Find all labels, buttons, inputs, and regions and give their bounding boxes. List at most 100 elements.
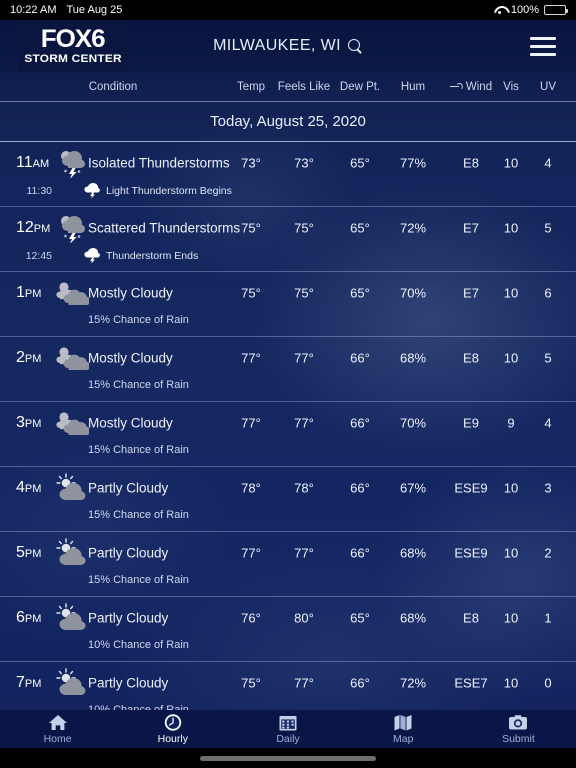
temp-value: 77°: [241, 415, 261, 431]
condition-label: Partly Cloudy: [88, 610, 169, 626]
temp-value: 77°: [241, 350, 261, 366]
visibility-value: 10: [503, 675, 519, 691]
humidity-value: 77%: [399, 155, 427, 171]
visibility-value: 10: [503, 350, 519, 366]
visibility-value: 10: [503, 610, 519, 626]
hourly-row[interactable]: 4PM Partly Cloudy 78° 78° 66° 67% ESE9 1…: [0, 467, 576, 532]
tab-map[interactable]: Map: [346, 710, 461, 748]
hourly-forecast-list[interactable]: 11AM Isolated Thunderstorms 73° 73° 65° …: [0, 142, 576, 710]
thunderstorm-icon: [55, 213, 89, 245]
home-indicator-area: [0, 748, 576, 768]
uv-value: 4: [544, 415, 552, 431]
event-time: 11:30: [26, 185, 53, 197]
feels-like-value: 77°: [294, 350, 314, 366]
humidity-value: 72%: [399, 220, 427, 236]
mostly-cloudy-icon: [55, 278, 91, 308]
hourly-row[interactable]: 1PM Mostly Cloudy 75° 75° 65° 70% E7 10 …: [0, 272, 576, 337]
column-header-uv: UV: [540, 80, 556, 93]
chance-of-rain-label: 15% Chance of Rain: [88, 444, 189, 456]
feels-like-value: 77°: [294, 545, 314, 561]
camera-icon: [508, 713, 528, 732]
visibility-value: 10: [503, 155, 519, 171]
dew-point-value: 66°: [350, 675, 370, 691]
condition-label: Partly Cloudy: [88, 480, 169, 496]
status-bar-left: 10:22 AM Tue Aug 25: [10, 4, 122, 16]
wind-value: E8: [463, 610, 479, 626]
tab-label: Hourly: [157, 733, 188, 745]
search-icon[interactable]: [347, 38, 363, 54]
condition-label: Mostly Cloudy: [88, 285, 173, 301]
hourly-row-main: 12PM Scattered Thunderstorms 75° 75° 65°…: [0, 207, 576, 249]
wind-value: E7: [463, 285, 479, 301]
temp-value: 77°: [241, 545, 261, 561]
wind-value: ESE9: [454, 480, 488, 496]
tab-hourly[interactable]: Hourly: [115, 710, 230, 748]
hourly-row[interactable]: 12PM Scattered Thunderstorms 75° 75° 65°…: [0, 207, 576, 272]
dew-point-value: 65°: [350, 285, 370, 301]
status-bar: 10:22 AM Tue Aug 25 100%: [0, 0, 576, 20]
hourly-row-main: 3PM Mostly Cloudy 77° 77° 66° 70% E9 9 4: [0, 402, 576, 444]
hourly-row-event: 11:30 Light Thunderstorm Begins: [0, 183, 576, 206]
feels-like-value: 75°: [294, 285, 314, 301]
bottom-tab-bar[interactable]: Home Hourly Daily Map Submit: [0, 710, 576, 748]
column-header-visibility: Vis: [503, 80, 519, 93]
condition-label: Partly Cloudy: [88, 545, 169, 561]
current-city-label: MILWAUKEE, WI: [213, 37, 341, 54]
column-header-wind-label: Wind: [465, 80, 493, 93]
tab-label: Home: [43, 733, 72, 745]
status-bar-right: 100%: [494, 4, 568, 16]
hourly-row-pop: 15% Chance of Rain: [0, 509, 576, 531]
tab-label: Submit: [502, 733, 535, 745]
hourly-row[interactable]: 6PM Partly Cloudy 76° 80° 65° 68% E8 10 …: [0, 597, 576, 662]
visibility-value: 10: [503, 545, 519, 561]
hourly-row[interactable]: 5PM Partly Cloudy 77° 77° 66° 68% ESE9 1…: [0, 532, 576, 597]
hourly-row[interactable]: 11AM Isolated Thunderstorms 73° 73° 65° …: [0, 142, 576, 207]
hourly-row[interactable]: 2PM Mostly Cloudy 77° 77° 66° 68% E8 10 …: [0, 337, 576, 402]
feels-like-value: 80°: [294, 610, 314, 626]
hourly-row-pop: 15% Chance of Rain: [0, 444, 576, 466]
humidity-value: 68%: [399, 545, 427, 561]
feels-like-value: 77°: [294, 675, 314, 691]
status-time: 10:22 AM: [10, 4, 57, 16]
hour-time: 1PM: [16, 284, 42, 301]
tab-submit[interactable]: Submit: [461, 710, 576, 748]
hourly-row[interactable]: 7PM Partly Cloudy 75° 77° 66° 72% ESE7 1…: [0, 662, 576, 710]
calendar-icon: [278, 713, 298, 732]
feels-like-value: 77°: [294, 415, 314, 431]
status-date: Tue Aug 25: [66, 4, 123, 16]
column-header-row: Condition Temp Feels Like Dew Pt. Hum Wi…: [0, 72, 576, 102]
tab-daily[interactable]: Daily: [230, 710, 345, 748]
hourly-row-main: 6PM Partly Cloudy 76° 80° 65° 68% E8 10 …: [0, 597, 576, 639]
column-header-condition: Condition: [88, 80, 138, 93]
column-header-temp: Temp: [236, 80, 266, 93]
visibility-value: 9: [507, 415, 515, 431]
hourly-row[interactable]: 3PM Mostly Cloudy 77° 77° 66° 70% E9 9 4…: [0, 402, 576, 467]
tab-home[interactable]: Home: [0, 710, 115, 748]
event-label: Light Thunderstorm Begins: [106, 185, 232, 197]
hourly-row-pop: 15% Chance of Rain: [0, 379, 576, 401]
map-icon: [393, 713, 413, 732]
column-header-wind: Wind: [449, 80, 493, 93]
thunderstorm-icon: [55, 148, 89, 180]
visibility-value: 10: [503, 285, 519, 301]
uv-value: 5: [544, 350, 552, 366]
wind-value: E7: [463, 220, 479, 236]
temp-value: 75°: [241, 220, 261, 236]
temp-value: 73°: [241, 155, 261, 171]
temp-value: 76°: [241, 610, 261, 626]
condition-label: Scattered Thunderstorms: [88, 220, 241, 236]
hour-time: 5PM: [16, 544, 42, 561]
home-indicator[interactable]: [200, 755, 376, 761]
app-body: FOX6 STORM CENTER MILWAUKEE, WI Conditio…: [0, 20, 576, 748]
fox6-storm-center-logo[interactable]: FOX6 STORM CENTER: [18, 20, 128, 72]
partly-cloudy-icon: [55, 473, 89, 503]
chance-of-rain-label: 15% Chance of Rain: [88, 509, 189, 521]
tab-label: Map: [392, 733, 414, 745]
logo-secondary-text: STORM CENTER: [24, 53, 122, 65]
hour-time: 4PM: [16, 479, 42, 496]
date-banner: Today, August 25, 2020: [0, 102, 576, 142]
chance-of-rain-label: 15% Chance of Rain: [88, 314, 189, 326]
hamburger-menu-icon[interactable]: [530, 36, 556, 56]
wind-value: ESE9: [454, 545, 488, 561]
hour-time: 12PM: [16, 219, 51, 236]
